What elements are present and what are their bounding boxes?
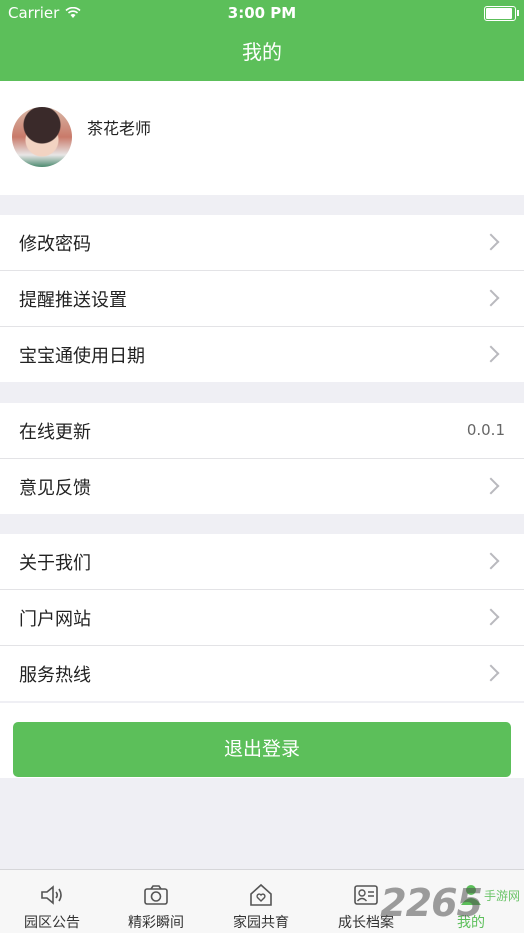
chevron-right-icon	[482, 289, 500, 307]
menu-item-label: 修改密码	[19, 234, 91, 255]
menu-item-about-us[interactable]: 关于我们	[0, 534, 524, 590]
menu-item-online-update[interactable]: 在线更新 0.0.1	[0, 403, 524, 459]
menu-item-label: 门户网站	[19, 609, 91, 630]
menu-item-portal-site[interactable]: 门户网站	[0, 590, 524, 646]
chevron-right-icon	[482, 345, 500, 363]
menu-item-label: 关于我们	[19, 553, 91, 574]
status-bar: Carrier 3:00 PM	[0, 0, 524, 26]
chevron-right-icon	[482, 233, 500, 251]
tab-home-school[interactable]: 家园共育	[209, 870, 313, 933]
tab-announcements[interactable]: 园区公告	[0, 870, 104, 933]
speaker-icon	[41, 885, 62, 905]
settings-group-account: 修改密码 提醒推送设置 宝宝通使用日期	[0, 215, 524, 382]
menu-item-usage-date[interactable]: 宝宝通使用日期	[0, 327, 524, 382]
profile-card-icon	[354, 885, 378, 905]
chevron-right-icon	[482, 552, 500, 570]
camera-icon	[144, 885, 168, 905]
settings-group-about: 关于我们 门户网站 服务热线	[0, 534, 524, 701]
menu-item-label: 意见反馈	[19, 478, 91, 499]
watermark-logo: 2265 手游网	[380, 876, 520, 930]
settings-group-app: 在线更新 0.0.1 意见反馈	[0, 403, 524, 514]
status-time: 3:00 PM	[227, 4, 297, 22]
logout-button[interactable]: 退出登录	[13, 722, 511, 777]
menu-item-service-hotline[interactable]: 服务热线	[0, 646, 524, 701]
profile-name: 茶花老师	[87, 119, 152, 138]
menu-item-change-password[interactable]: 修改密码	[0, 215, 524, 271]
chevron-right-icon	[482, 608, 500, 626]
menu-item-push-settings[interactable]: 提醒推送设置	[0, 271, 524, 327]
home-heart-icon	[250, 883, 272, 906]
tab-label: 家园共育	[233, 915, 289, 931]
watermark-number: 2265	[380, 881, 483, 925]
battery-icon	[484, 6, 519, 21]
tab-label: 园区公告	[24, 915, 80, 931]
logout-section: 退出登录	[0, 703, 524, 778]
tab-moments[interactable]: 精彩瞬间	[104, 870, 208, 933]
watermark-subtext: 手游网	[483, 888, 520, 903]
menu-item-label: 宝宝通使用日期	[19, 346, 145, 367]
chevron-right-icon	[482, 477, 500, 495]
profile-card[interactable]: 茶花老师	[0, 81, 524, 195]
version-value: 0.0.1	[466, 421, 505, 439]
menu-item-label: 提醒推送设置	[19, 290, 127, 311]
chevron-right-icon	[482, 664, 500, 682]
menu-item-label: 服务热线	[19, 665, 91, 686]
menu-item-feedback[interactable]: 意见反馈	[0, 459, 524, 514]
menu-item-label: 在线更新	[19, 422, 91, 443]
avatar[interactable]	[12, 107, 72, 167]
page-title: 我的	[0, 26, 524, 81]
tab-label: 精彩瞬间	[128, 915, 184, 931]
